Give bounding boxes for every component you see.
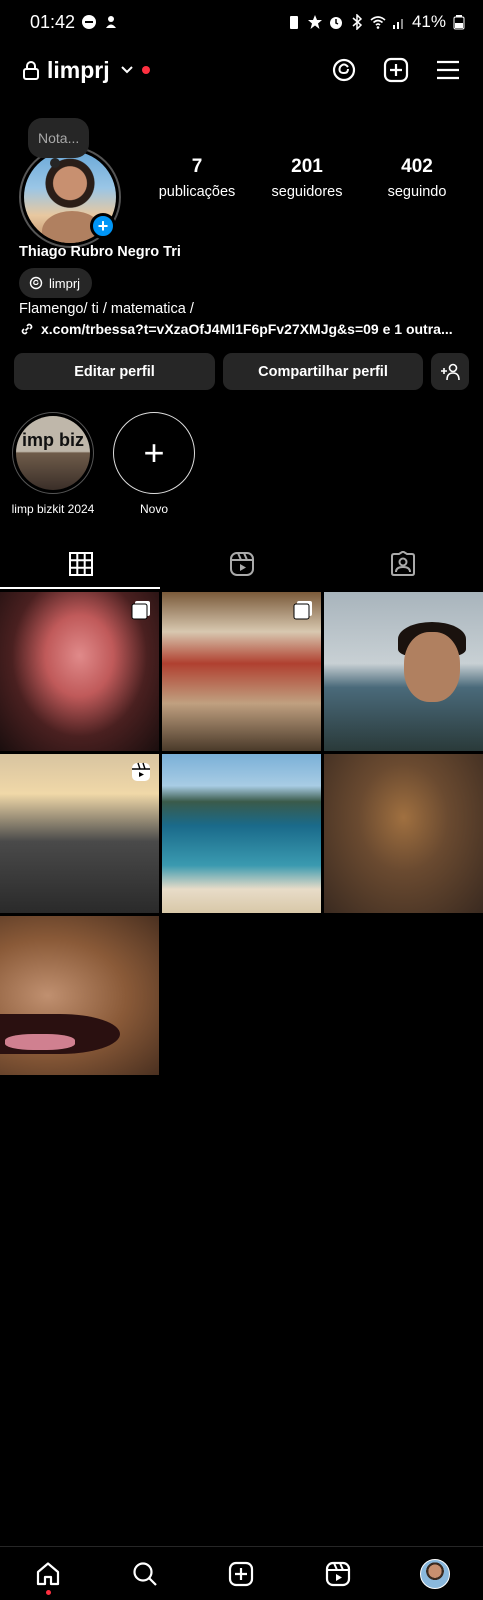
bio-link-text: x.com/trbessa?t=vXzaOfJ4Ml1F6pFv27XMJg&s… (41, 321, 453, 337)
profile-avatar-icon (419, 1558, 450, 1589)
do-not-disturb-icon (82, 15, 97, 29)
tab-grid[interactable] (0, 538, 161, 590)
stat-posts[interactable]: 7 publicações (142, 156, 252, 200)
create-post-icon[interactable] (383, 57, 409, 83)
post-dog-closeup[interactable] (0, 916, 159, 1075)
posts-grid (0, 592, 483, 1075)
wifi-icon (370, 16, 386, 29)
username-switcher[interactable]: limprj (47, 57, 110, 84)
threads-badge[interactable]: limprj (19, 268, 93, 298)
status-time: 01:42 (30, 11, 76, 32)
profile-tabs (0, 538, 483, 590)
stat-label: seguidores (271, 184, 343, 200)
post-selfie-beach[interactable] (324, 592, 483, 751)
carousel-icon (131, 601, 150, 620)
bluetooth-icon (352, 14, 363, 30)
reels-icon (229, 552, 254, 576)
link-icon (21, 323, 33, 335)
chevron-down-icon[interactable] (120, 65, 134, 75)
nav-profile[interactable] (386, 1558, 483, 1589)
post-dog-sleeping[interactable] (324, 754, 483, 913)
full-name: Thiago Rubro Negro Tri (19, 244, 181, 260)
stat-value: 201 (291, 156, 323, 177)
home-icon (37, 1561, 60, 1585)
reel-icon (132, 762, 150, 781)
create-icon (229, 1561, 254, 1586)
tab-reels[interactable] (161, 538, 322, 590)
search-icon (133, 1561, 157, 1586)
nav-search[interactable] (97, 1561, 194, 1587)
highlight-cover: imp biz (12, 412, 94, 494)
carousel-icon (293, 601, 312, 620)
alarm-icon (329, 17, 342, 29)
stat-label: publicações (158, 184, 236, 200)
highlight-label: limp bizkit 2024 (11, 502, 95, 516)
bio-link[interactable]: x.com/trbessa?t=vXzaOfJ4Ml1F6pFv27XMJg&s… (19, 321, 453, 337)
bio-text: Flamengo/ ti / matematica / (19, 301, 194, 317)
nav-create[interactable] (193, 1561, 290, 1587)
highlight-new[interactable]: + Novo (106, 412, 202, 516)
highlight-label: Novo (139, 502, 168, 516)
lock-icon (23, 61, 39, 80)
highlight-limp-bizkit[interactable]: imp biz limp bizkit 2024 (5, 412, 101, 516)
tab-tagged[interactable] (322, 538, 483, 590)
status-bar: 01:42 41% (0, 0, 483, 44)
edit-profile-button[interactable]: Editar perfil (14, 353, 215, 390)
bottom-navigation (0, 1546, 483, 1600)
battery-level: 41% (411, 12, 446, 31)
active-tab-indicator (0, 587, 160, 589)
post-concert-stage[interactable] (0, 592, 159, 751)
discover-people-button[interactable] (431, 353, 469, 390)
signal-icon (392, 19, 403, 29)
home-notification-dot (46, 1589, 52, 1595)
grid-icon (68, 552, 93, 576)
battery-icon (453, 15, 465, 30)
threads-icon[interactable] (331, 57, 357, 83)
reels-icon (325, 1561, 351, 1586)
plus-icon: + (113, 412, 195, 494)
threads-icon (29, 276, 43, 290)
nav-reels[interactable] (290, 1561, 387, 1587)
notification-icon (106, 16, 117, 28)
battery-saver-icon (289, 16, 298, 29)
tagged-icon (390, 551, 415, 576)
threads-handle: limprj (49, 275, 81, 291)
post-beach-aerial[interactable] (162, 754, 321, 913)
post-street-sunset[interactable] (0, 754, 159, 913)
stat-value: 7 (191, 156, 203, 177)
nav-home[interactable] (0, 1561, 97, 1595)
notification-dot (141, 66, 150, 74)
note-text: Nota... (38, 130, 80, 146)
post-group-friends[interactable] (162, 592, 321, 751)
profile-header: limprj (0, 50, 483, 90)
stat-following[interactable]: 402 seguindo (362, 156, 472, 200)
stat-value: 402 (401, 156, 433, 177)
menu-icon[interactable] (435, 57, 461, 83)
add-user-icon (441, 363, 460, 380)
stat-followers[interactable]: 201 seguidores (252, 156, 362, 200)
highlight-cover-text: imp biz (16, 416, 90, 490)
stat-label: seguindo (387, 184, 447, 200)
profile-actions: Editar perfil Compartilhar perfil (14, 353, 469, 390)
star-icon (307, 15, 322, 29)
share-profile-button[interactable]: Compartilhar perfil (223, 353, 423, 390)
note-bubble[interactable]: Nota... (28, 118, 90, 168)
add-story-button[interactable]: + (90, 213, 116, 239)
profile-stats: 7 publicações 201 seguidores 402 seguind… (142, 156, 472, 200)
